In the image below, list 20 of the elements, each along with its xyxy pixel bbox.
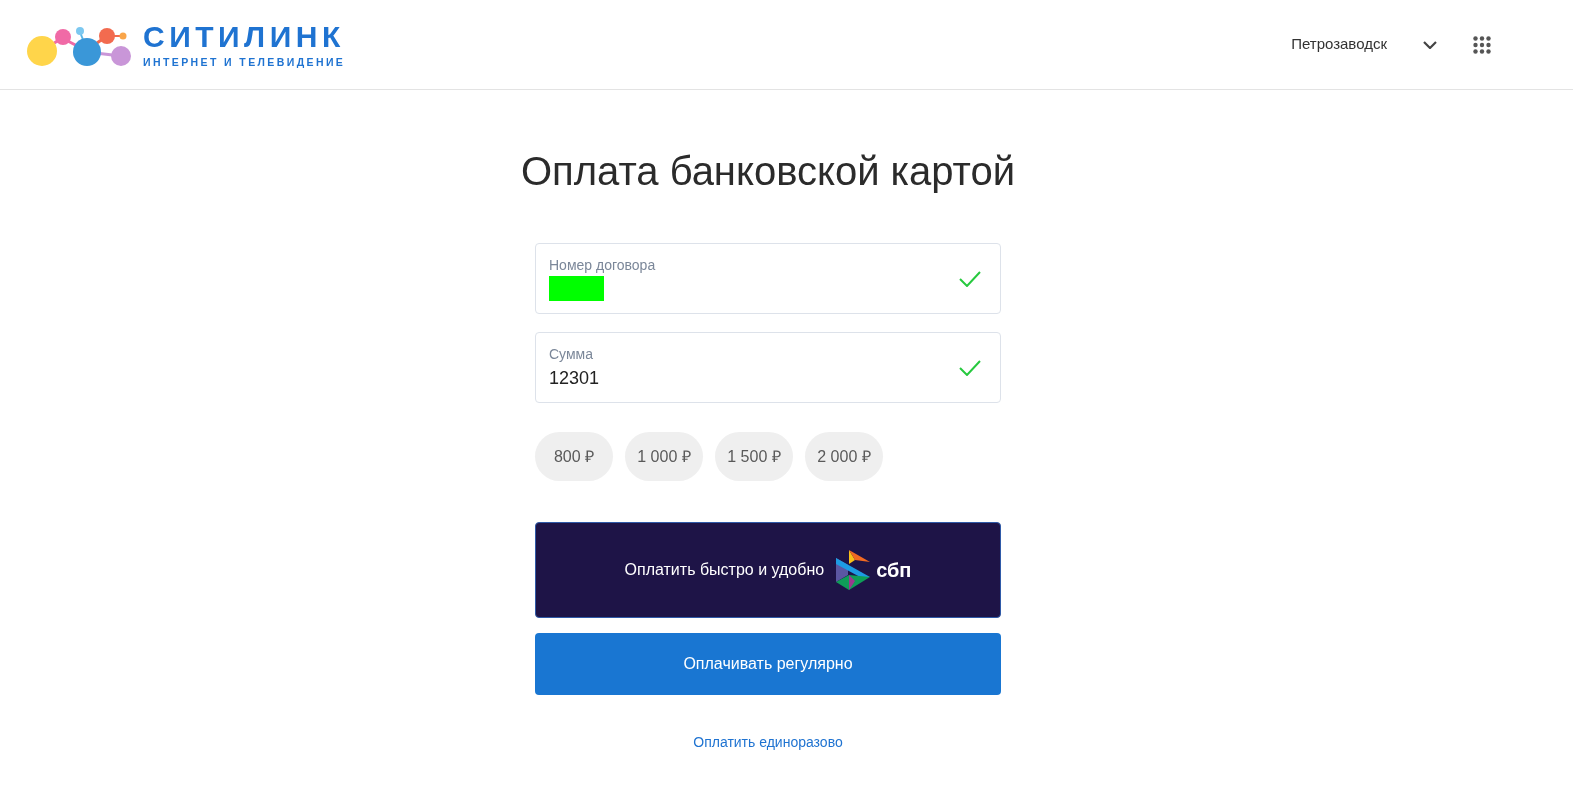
amount-chip[interactable]: 1 500 ₽ [715,432,793,481]
field-label: Номер договора [549,256,656,273]
sbp-logo-icon [836,550,871,590]
one-time-payment-link[interactable]: Оплатить единоразово [693,732,843,753]
amount-chip[interactable]: 800 ₽ [535,432,613,481]
chevron-down-icon[interactable] [1423,40,1437,49]
input-field[interactable]: Сумма 12301 [535,332,1001,403]
sbp-logo-text: сбп [876,558,912,583]
amount-chip[interactable]: 1 000 ₽ [625,432,703,481]
logo-name: СИТИЛИНК [143,21,345,52]
input-field[interactable]: Номер договора [535,243,1001,314]
city-name[interactable]: Петрозаводск [1291,33,1387,56]
field-label: Сумма [549,345,594,362]
field-value: 12301 [549,366,600,390]
logo-tagline: ИНТЕРНЕТ И ТЕЛЕВИДЕНИЕ [143,55,346,68]
page-title: Оплата банковской картой [520,148,1016,195]
regular-payment-button[interactable]: Оплачивать регулярно [535,633,1001,695]
sbp-pay-button[interactable]: Оплатить быстро и удобно сбп [535,522,1001,618]
amount-chip[interactable]: 2 000 ₽ [805,432,883,481]
grid-menu-icon[interactable] [1473,35,1491,54]
